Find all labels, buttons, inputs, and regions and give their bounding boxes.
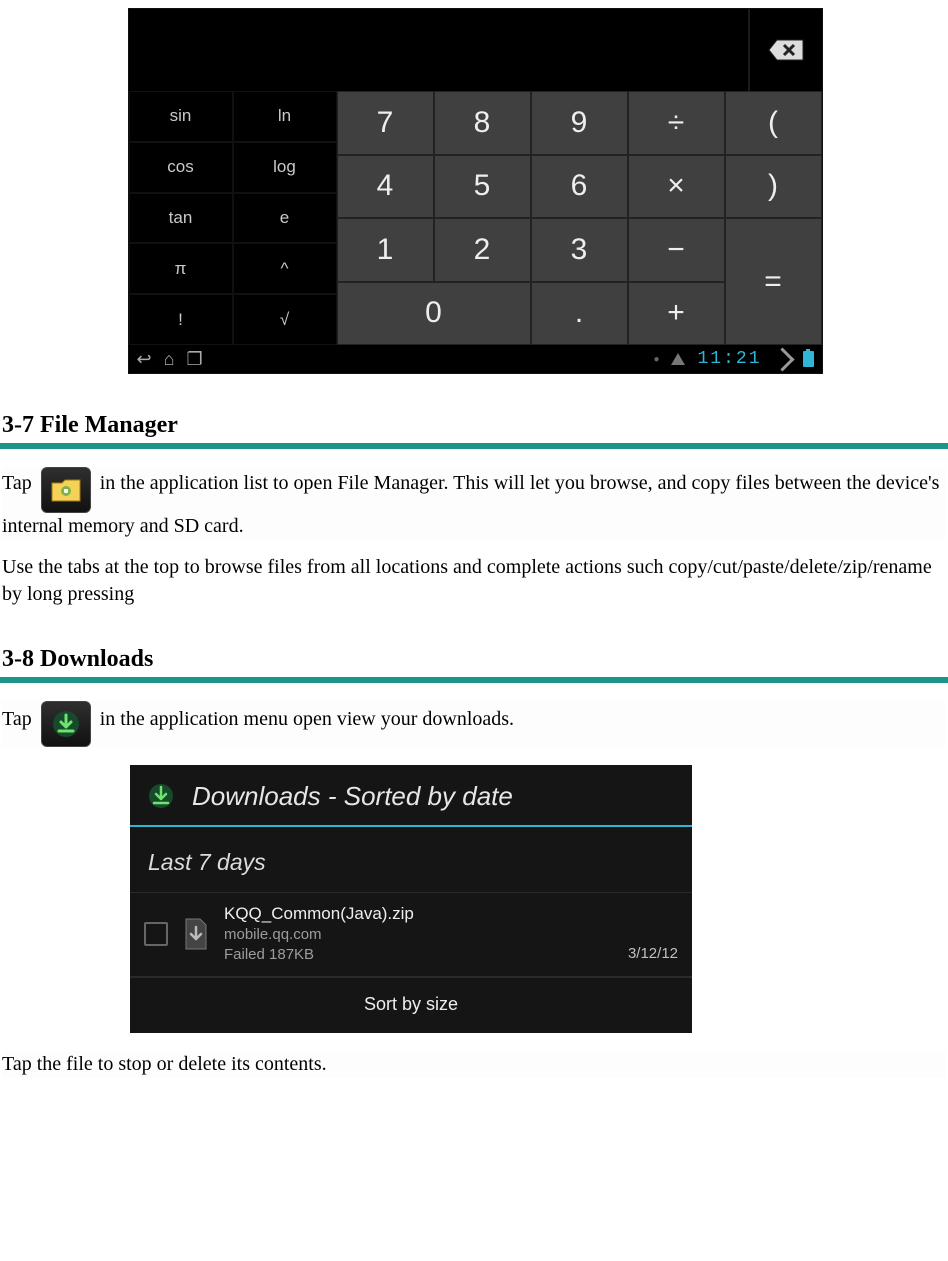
- key-1[interactable]: 1: [337, 218, 434, 282]
- clock: 11:21: [697, 349, 761, 369]
- downloads-category: Last 7 days: [130, 827, 692, 892]
- download-status: Failed 187KB: [224, 945, 604, 965]
- key-7[interactable]: 7: [337, 91, 434, 155]
- scientific-keys: sin ln cos log tan e π ^ ! √: [129, 91, 337, 345]
- warning-icon: [671, 353, 685, 365]
- downloads-titlebar: Downloads - Sorted by date: [130, 765, 692, 827]
- key-minus[interactable]: −: [628, 218, 725, 282]
- heading-file-manager: 3-7 File Manager: [0, 412, 948, 439]
- download-filename: KQQ_Common(Java).zip: [224, 903, 604, 925]
- fm-paragraph-2: Use the tabs at the top to browse files …: [2, 554, 946, 608]
- text: Tap: [2, 472, 37, 494]
- numeric-keys: 7 8 9 ÷ ( 4 5 6 × ) 1 2 3 − = 0 .: [337, 91, 822, 345]
- key-equals[interactable]: =: [725, 218, 822, 345]
- file-manager-icon: [41, 467, 91, 513]
- key-log[interactable]: log: [233, 142, 337, 193]
- key-0[interactable]: 0: [337, 282, 531, 346]
- key-3[interactable]: 3: [531, 218, 628, 282]
- checkbox[interactable]: [144, 922, 168, 946]
- downloads-icon: [41, 701, 91, 747]
- downloads-app-icon: [144, 779, 178, 813]
- key-fact[interactable]: !: [129, 294, 233, 345]
- heading-rule: [0, 677, 948, 683]
- calculator-screenshot: sin ln cos log tan e π ^ ! √ 7 8 9 ÷ (: [128, 8, 823, 374]
- key-e[interactable]: e: [233, 193, 337, 244]
- recent-icon[interactable]: ❐: [186, 349, 202, 370]
- key-pi[interactable]: π: [129, 243, 233, 294]
- text: in the application menu open view your d…: [100, 708, 514, 730]
- key-2[interactable]: 2: [434, 218, 531, 282]
- key-close-paren[interactable]: ): [725, 155, 822, 219]
- back-icon[interactable]: ↩: [137, 349, 152, 370]
- download-date: 3/12/12: [628, 945, 678, 964]
- key-6[interactable]: 6: [531, 155, 628, 219]
- key-cos[interactable]: cos: [129, 142, 233, 193]
- heading-downloads: 3-8 Downloads: [0, 646, 948, 673]
- text: Tap: [2, 708, 37, 730]
- key-tan[interactable]: tan: [129, 193, 233, 244]
- key-4[interactable]: 4: [337, 155, 434, 219]
- downloads-title-text: Downloads - Sorted by date: [192, 781, 513, 812]
- file-icon: [182, 917, 210, 951]
- heading-rule: [0, 443, 948, 449]
- download-source: mobile.qq.com: [224, 925, 604, 945]
- dl-paragraph-1: Tap in the application menu open view yo…: [2, 701, 946, 747]
- key-divide[interactable]: ÷: [628, 91, 725, 155]
- fm-paragraph-1: Tap in the application list to open File…: [2, 467, 946, 540]
- key-9[interactable]: 9: [531, 91, 628, 155]
- key-5[interactable]: 5: [434, 155, 531, 219]
- status-bar: ↩ ⌂ ❐ ● 11:21: [129, 345, 822, 373]
- backspace-icon: [767, 38, 805, 62]
- home-icon[interactable]: ⌂: [164, 349, 175, 370]
- battery-icon: [803, 351, 814, 367]
- key-ln[interactable]: ln: [233, 91, 337, 142]
- dl-footer: Tap the file to stop or delete its conte…: [2, 1051, 946, 1078]
- backspace-button[interactable]: [748, 9, 822, 91]
- key-8[interactable]: 8: [434, 91, 531, 155]
- downloads-screenshot: Downloads - Sorted by date Last 7 days K…: [130, 765, 692, 1033]
- key-sqrt[interactable]: √: [233, 294, 337, 345]
- text: in the application list to open File Man…: [2, 472, 939, 537]
- key-open-paren[interactable]: (: [725, 91, 822, 155]
- key-dot[interactable]: .: [531, 282, 628, 346]
- download-item[interactable]: KQQ_Common(Java).zip mobile.qq.com Faile…: [130, 892, 692, 977]
- dot-icon: ●: [653, 354, 659, 365]
- key-sin[interactable]: sin: [129, 91, 233, 142]
- sort-by-size-button[interactable]: Sort by size: [130, 977, 692, 1033]
- key-pow[interactable]: ^: [233, 243, 337, 294]
- wifi-icon: [770, 347, 794, 371]
- calc-display: [129, 9, 822, 91]
- key-plus[interactable]: +: [628, 282, 725, 346]
- key-multiply[interactable]: ×: [628, 155, 725, 219]
